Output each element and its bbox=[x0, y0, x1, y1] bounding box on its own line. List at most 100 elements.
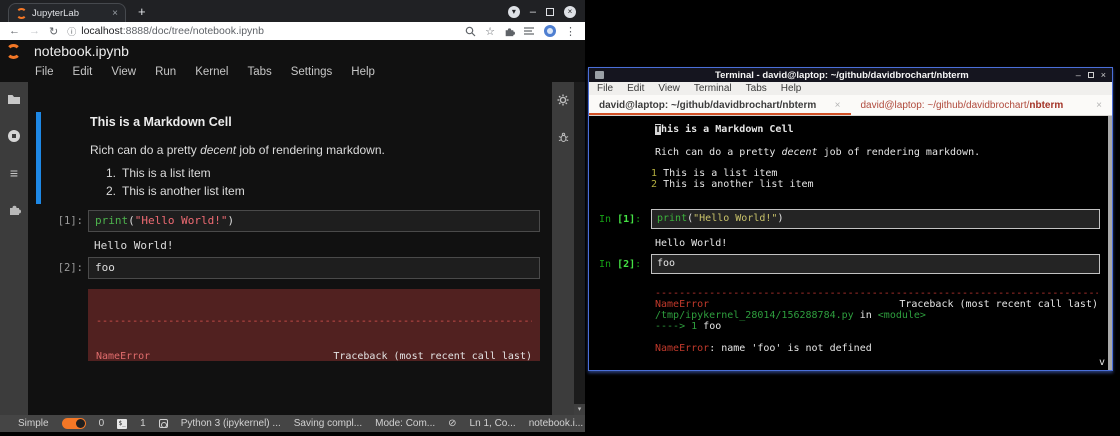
cell-prompt: [1]: bbox=[28, 215, 83, 227]
cursor-position[interactable]: Ln 1, Co... bbox=[470, 418, 516, 429]
menu-settings[interactable]: Settings bbox=[291, 66, 333, 78]
reading-list-icon[interactable] bbox=[524, 26, 535, 36]
menu-view[interactable]: View bbox=[111, 66, 136, 78]
file-browser-icon[interactable] bbox=[7, 93, 21, 105]
markdown-list-item: 1.This is a list item bbox=[106, 166, 211, 180]
scroll-down-icon[interactable]: ▾ bbox=[574, 404, 585, 415]
menu-kernel[interactable]: Kernel bbox=[195, 66, 228, 78]
maximize-button[interactable] bbox=[546, 8, 554, 16]
list-text: This is a list item bbox=[122, 166, 211, 180]
prompt-number: [1] bbox=[617, 214, 635, 225]
minimize-button[interactable]: – bbox=[530, 7, 536, 17]
terminal-scrollbar[interactable] bbox=[1108, 116, 1112, 370]
menu-edit[interactable]: Edit bbox=[73, 66, 93, 78]
browser-window-controls: ▾ – × bbox=[508, 6, 585, 22]
kernel-session-icon[interactable] bbox=[159, 419, 168, 428]
list-number: 2 bbox=[645, 179, 663, 190]
menu-help[interactable]: Help bbox=[351, 66, 375, 78]
code-string: "Hello World!" bbox=[135, 214, 228, 227]
extensions-puzzle-icon[interactable] bbox=[504, 26, 515, 37]
bookmark-star-icon[interactable]: ☆ bbox=[485, 25, 495, 38]
code-cell-input[interactable]: foo bbox=[88, 257, 540, 279]
forward-icon[interactable]: → bbox=[29, 25, 40, 37]
tab-close-icon[interactable]: × bbox=[1096, 100, 1102, 111]
traceback-module: <module> bbox=[878, 310, 926, 321]
cell-prompt: [2]: bbox=[28, 262, 83, 274]
browser-tab-title: JupyterLab bbox=[32, 8, 107, 19]
url-field[interactable]: ⓘ localhost:8888/doc/tree/notebook.ipynb bbox=[67, 25, 456, 38]
profile-avatar[interactable] bbox=[544, 25, 556, 37]
status-kernel-name[interactable]: Python 3 (ipykernel) ... bbox=[181, 418, 281, 429]
terminal-tab-inactive[interactable]: david@laptop: ~/github/davidbrochart/nbt… bbox=[851, 95, 1113, 115]
traceback-label: Traceback (most recent call last) bbox=[333, 351, 532, 362]
tmenu-tabs[interactable]: Tabs bbox=[746, 83, 767, 94]
code-paren: ( bbox=[128, 214, 135, 227]
terminal-titlebar[interactable]: Terminal - david@laptop: ~/github/davidb… bbox=[589, 68, 1112, 82]
debugger-bug-icon[interactable] bbox=[558, 132, 569, 143]
table-of-contents-icon[interactable]: ≡ bbox=[10, 167, 18, 179]
tmenu-edit[interactable]: Edit bbox=[627, 83, 644, 94]
terminal-window-controls: – × bbox=[1076, 70, 1106, 80]
menu-file[interactable]: File bbox=[35, 66, 54, 78]
tab-search-button[interactable]: ▾ bbox=[508, 6, 520, 18]
simple-mode-label: Simple bbox=[18, 418, 49, 429]
minimize-button[interactable]: – bbox=[1076, 70, 1081, 80]
new-tab-button[interactable]: + bbox=[138, 4, 146, 19]
jupyter-favicon-icon bbox=[16, 8, 27, 19]
list-text: This is a list item bbox=[663, 168, 777, 179]
notifications-off-icon[interactable]: ⊘ bbox=[448, 418, 456, 429]
notebook-area: This is a Markdown Cell Rich can do a pr… bbox=[28, 82, 552, 415]
tmenu-file[interactable]: File bbox=[597, 83, 613, 94]
tab-close-icon[interactable]: × bbox=[835, 100, 841, 111]
markdown-paragraph: Rich can do a pretty decent job of rende… bbox=[90, 143, 385, 157]
close-button[interactable]: × bbox=[1101, 70, 1106, 80]
tmenu-terminal[interactable]: Terminal bbox=[694, 83, 732, 94]
back-icon[interactable]: ← bbox=[9, 25, 20, 37]
terminal-session-icon[interactable]: $_ bbox=[117, 419, 127, 429]
maximize-button[interactable] bbox=[1088, 72, 1094, 78]
saving-status: Saving compl... bbox=[294, 418, 362, 429]
running-sessions-icon[interactable] bbox=[7, 129, 21, 143]
error-name: NameError bbox=[655, 299, 709, 310]
terminal-title-repo: nbterm bbox=[937, 70, 969, 81]
code-text: foo bbox=[657, 258, 675, 269]
tab-path-prefix: david@laptop: ~/github/davidbrochart/ bbox=[599, 100, 782, 111]
md-para-emphasis: decent bbox=[200, 143, 236, 157]
menu-tabs[interactable]: Tabs bbox=[247, 66, 271, 78]
close-button[interactable]: × bbox=[564, 6, 576, 18]
nbterm-code-cell[interactable]: foo bbox=[651, 254, 1100, 274]
list-number: 1. bbox=[106, 166, 122, 180]
nbterm-list-item: 2 This is another list item bbox=[645, 179, 814, 190]
prompt-colon: : bbox=[635, 214, 641, 225]
traceback-rule: ----------------------------------------… bbox=[96, 316, 532, 328]
nbterm-screen[interactable]: This is a Markdown Cell Rich can do a pr… bbox=[589, 116, 1112, 370]
status-filename: notebook.i... bbox=[529, 418, 583, 429]
nbterm-code-cell[interactable]: print("Hello World!") bbox=[651, 209, 1100, 229]
tab-path-prefix: david@laptop: ~/github/davidbrochart/ bbox=[861, 100, 1030, 111]
code-cell-input[interactable]: print("Hello World!") bbox=[88, 210, 540, 232]
code-paren: ) bbox=[777, 213, 783, 224]
jupyter-logo-icon bbox=[6, 44, 21, 59]
nbterm-cell-output: Hello World! bbox=[655, 238, 727, 249]
simple-mode-toggle[interactable] bbox=[62, 418, 86, 429]
mode-indicator: Mode: Com... bbox=[375, 418, 435, 429]
extension-manager-icon[interactable] bbox=[8, 203, 21, 216]
tmenu-view[interactable]: View bbox=[658, 83, 680, 94]
terminal-tab-active[interactable]: david@laptop: ~/github/davidbrochart/nbt… bbox=[589, 95, 851, 115]
error-name: NameError bbox=[96, 351, 150, 362]
notebook-scrollbar[interactable]: ▾ bbox=[574, 82, 585, 415]
browser-tab-jupyterlab[interactable]: JupyterLab × bbox=[8, 3, 126, 22]
address-bar-actions: ☆ ⋮ bbox=[465, 25, 576, 38]
tab-repo: nbterm bbox=[782, 100, 816, 111]
reload-icon[interactable]: ↻ bbox=[49, 25, 58, 38]
heading-rest: his is a Markdown Cell bbox=[661, 124, 793, 135]
menu-run[interactable]: Run bbox=[155, 66, 176, 78]
error-output: ----------------------------------------… bbox=[88, 289, 540, 361]
terminal-window: Terminal - david@laptop: ~/github/davidb… bbox=[588, 67, 1113, 371]
site-info-icon[interactable]: ⓘ bbox=[67, 25, 76, 38]
tab-close-icon[interactable]: × bbox=[112, 8, 118, 19]
zoom-search-icon[interactable] bbox=[465, 26, 476, 37]
property-inspector-gear-icon[interactable] bbox=[557, 94, 569, 106]
browser-menu-icon[interactable]: ⋮ bbox=[565, 25, 576, 38]
tmenu-help[interactable]: Help bbox=[781, 83, 802, 94]
